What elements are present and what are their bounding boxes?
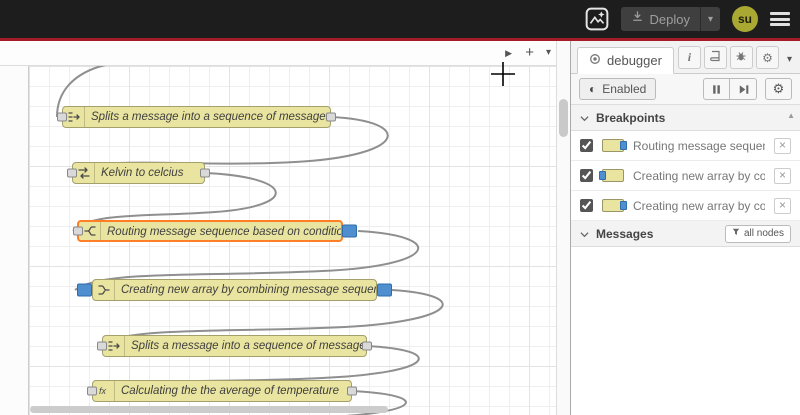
- user-avatar[interactable]: su: [732, 6, 758, 32]
- flow-node-switch-selected[interactable]: Routing message sequence based on condit…: [73, 220, 357, 242]
- message-filter-button[interactable]: all nodes: [724, 224, 791, 243]
- node-red-editor: Deploy ▾ su Splits a message into a sequ…: [0, 0, 800, 415]
- svg-text:fx: fx: [99, 386, 107, 396]
- filter-icon: [732, 228, 740, 239]
- output-port[interactable]: [362, 341, 372, 351]
- mini-node-icon: [599, 169, 624, 182]
- breakpoint-marker[interactable]: [377, 283, 392, 297]
- breakpoint-checkbox[interactable]: [580, 139, 593, 152]
- input-port[interactable]: [97, 341, 107, 351]
- node-label: Kelvin to celcius: [101, 167, 184, 179]
- input-port[interactable]: [73, 226, 83, 236]
- tab-debug-messages[interactable]: [729, 46, 753, 69]
- breakpoint-checkbox[interactable]: [580, 169, 593, 182]
- tab-info[interactable]: i: [677, 46, 701, 69]
- input-port[interactable]: [87, 386, 97, 396]
- messages-title: Messages: [596, 226, 654, 241]
- node-label: Routing message sequence based on condit…: [107, 226, 341, 238]
- horizontal-scrollbar-thumb[interactable]: [30, 406, 388, 413]
- tab-label: debugger: [607, 53, 662, 68]
- flow-node-kelvin[interactable]: Kelvin to celcius: [67, 162, 210, 184]
- enabled-label: Enabled: [602, 82, 647, 96]
- node-label: Calculating the the average of temperatu…: [121, 385, 339, 397]
- vertical-scrollbar-thumb[interactable]: [559, 99, 568, 137]
- main-menu-icon[interactable]: [770, 12, 790, 26]
- debugger-toolbar: ◐ Enabled ⚙: [571, 74, 800, 105]
- deploy-icon: [631, 10, 644, 28]
- chevron-down-icon: [580, 109, 589, 127]
- sidebar-tab-bar: debugger i ⚙ ▾: [571, 41, 800, 74]
- breakpoint-row: Creating new array by combini ×: [571, 191, 800, 221]
- deploy-button[interactable]: Deploy ▾: [620, 7, 720, 31]
- breakpoints-section-header[interactable]: Breakpoints ▲: [571, 105, 800, 131]
- join-icon: [93, 280, 115, 300]
- output-port[interactable]: [347, 386, 357, 396]
- step-button[interactable]: [730, 78, 757, 100]
- breakpoint-row: Routing message sequence ba ×: [571, 131, 800, 161]
- breakpoint-label: Routing message sequence ba: [633, 138, 765, 153]
- toggle-icon: ◐: [589, 82, 597, 96]
- gear-icon: ⚙: [772, 81, 785, 96]
- tab-debugger[interactable]: debugger: [577, 47, 674, 74]
- crosshair-cursor: [491, 62, 515, 91]
- pause-icon: [713, 84, 720, 94]
- add-flow-button[interactable]: +: [525, 44, 534, 61]
- flow-list-chevron-icon[interactable]: ▾: [546, 47, 551, 58]
- node-label: Splits a message into a sequence of mess…: [91, 111, 330, 123]
- tab-help[interactable]: [703, 46, 727, 69]
- input-port[interactable]: [67, 168, 77, 178]
- close-icon[interactable]: ×: [774, 197, 791, 214]
- tab-scroll-icon[interactable]: ▶: [505, 48, 512, 59]
- breakpoint-row: Creating new array by combini ×: [571, 161, 800, 191]
- vertical-scrollbar[interactable]: [556, 41, 570, 415]
- step-icon: [739, 84, 748, 94]
- book-icon: [709, 50, 721, 65]
- messages-section-header[interactable]: Messages all nodes: [571, 221, 800, 247]
- breakpoint-label: Creating new array by combini: [633, 198, 765, 213]
- mini-node-icon: [602, 199, 627, 212]
- sidebar: debugger i ⚙ ▾ ◐ Enabled ⚙ Breakpoints ▲…: [570, 41, 800, 415]
- sidebar-tab-list-chevron-icon[interactable]: ▾: [787, 54, 792, 65]
- header: Deploy ▾ su: [0, 0, 800, 38]
- node-label: Creating new array by combining message …: [121, 284, 376, 296]
- breakpoint-marker[interactable]: [342, 224, 357, 238]
- breakpoints-title: Breakpoints: [596, 110, 666, 125]
- pause-button[interactable]: [703, 78, 730, 100]
- flow-node-average[interactable]: fx Calculating the the average of temper…: [87, 380, 357, 402]
- export-icon[interactable]: [585, 7, 609, 31]
- tab-config[interactable]: ⚙: [755, 46, 779, 69]
- flow-canvas[interactable]: Splits a message into a sequence of mess…: [0, 41, 556, 415]
- info-icon: i: [687, 50, 692, 64]
- deploy-label: Deploy: [649, 11, 690, 27]
- flow-node-join[interactable]: Creating new array by combining message …: [77, 279, 392, 301]
- chevron-down-icon: [580, 225, 589, 243]
- debugger-enabled-toggle[interactable]: ◐ Enabled: [579, 78, 657, 100]
- node-label: Splits a message into a sequence of mess…: [131, 340, 366, 352]
- breakpoint-checkbox[interactable]: [580, 199, 593, 212]
- mini-node-icon: [602, 139, 627, 152]
- close-icon[interactable]: ×: [774, 167, 791, 184]
- close-icon[interactable]: ×: [774, 137, 791, 154]
- bug-icon: [735, 50, 747, 65]
- flow-node-split-1[interactable]: Splits a message into a sequence of mess…: [57, 106, 336, 128]
- debugger-icon: [589, 53, 601, 68]
- scroll-up-icon[interactable]: ▲: [787, 112, 795, 120]
- gear-icon: ⚙: [762, 50, 773, 65]
- debugger-settings-button[interactable]: ⚙: [765, 78, 792, 100]
- output-port[interactable]: [326, 112, 336, 122]
- breakpoint-label: Creating new array by combini: [633, 168, 765, 183]
- input-port[interactable]: [57, 112, 67, 122]
- deploy-options-chevron-icon[interactable]: ▾: [701, 14, 720, 25]
- filter-label: all nodes: [743, 228, 784, 239]
- output-port[interactable]: [200, 168, 210, 178]
- breakpoint-marker[interactable]: [77, 283, 92, 297]
- messages-empty-area: [571, 247, 800, 415]
- workspace-tab-bar: ▶ + ▾: [0, 41, 556, 66]
- flow-node-split-2[interactable]: Splits a message into a sequence of mess…: [97, 335, 372, 357]
